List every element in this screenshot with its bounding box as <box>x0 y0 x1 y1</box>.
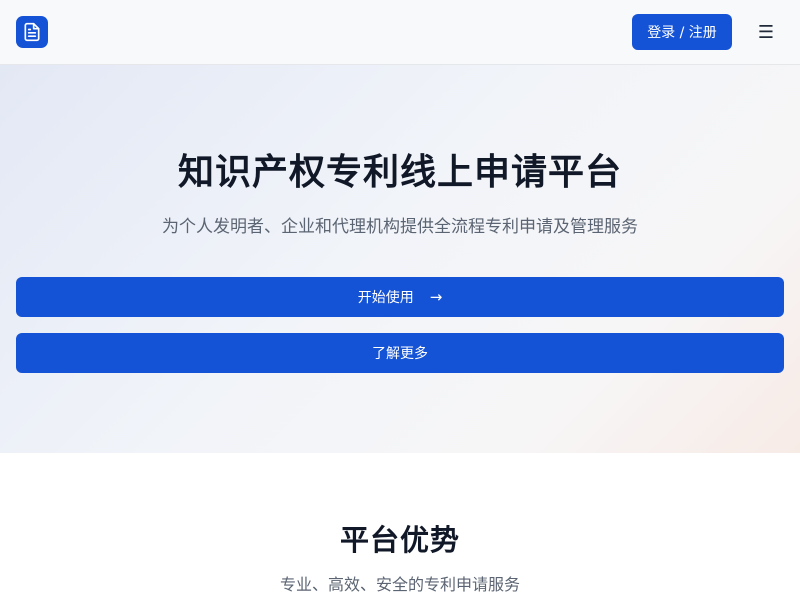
logo[interactable] <box>16 16 48 48</box>
hero-section: 知识产权专利线上申请平台 为个人发明者、企业和代理机构提供全流程专利申请及管理服… <box>0 65 800 453</box>
features-title: 平台优势 <box>339 523 460 557</box>
features-subtitle: 专业、高效、安全的专利申请服务 <box>279 575 520 594</box>
arrow-right-icon: → <box>429 288 443 306</box>
login-register-button[interactable]: 登录 / 注册 <box>632 14 732 50</box>
top-navbar: 登录 / 注册 ☰ <box>0 0 800 65</box>
document-icon <box>24 22 40 42</box>
start-button[interactable]: 开始使用 → <box>16 277 784 317</box>
learn-more-label: 了解更多 <box>372 346 428 362</box>
start-button-label: 开始使用 <box>357 290 414 306</box>
hamburger-menu-icon[interactable]: ☰ <box>750 16 782 48</box>
hero-title: 知识产权专利线上申请平台 <box>177 152 622 193</box>
hero-subtitle: 为个人发明者、企业和代理机构提供全流程专利申请及管理服务 <box>162 217 638 237</box>
learn-more-button[interactable]: 了解更多 <box>16 333 784 373</box>
